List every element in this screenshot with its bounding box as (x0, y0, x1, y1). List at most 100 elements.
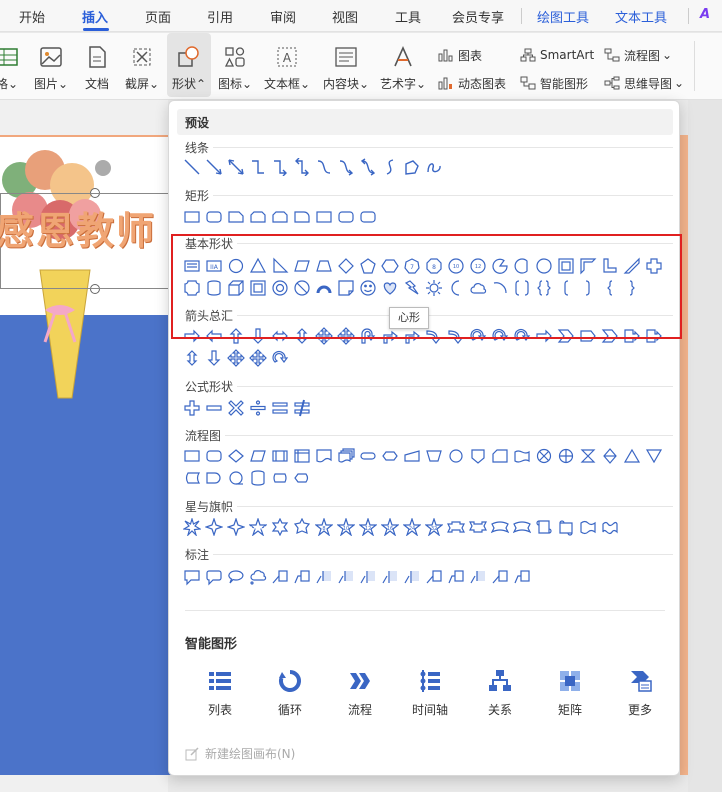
tab-tools[interactable]: 工具 (395, 7, 421, 26)
arrow-shape[interactable] (247, 347, 269, 369)
elbow-double-arrow-shape[interactable] (291, 156, 313, 178)
arrow-shape[interactable] (181, 347, 203, 369)
callout-shape[interactable] (357, 566, 379, 588)
slide-title[interactable]: 感恩教师 (0, 200, 156, 255)
screenshot-button[interactable]: 截屏⌄ (122, 33, 162, 97)
equation-shape[interactable] (203, 397, 225, 419)
mindmap-button[interactable]: 思维导图 ⌄ (604, 72, 684, 94)
arrow-line-shape[interactable] (203, 156, 225, 178)
icons-button[interactable]: 图标⌄ (214, 33, 256, 97)
equation-shape[interactable] (225, 397, 247, 419)
equation-shape[interactable] (269, 397, 291, 419)
flowchart-shape[interactable] (313, 445, 335, 467)
callout-shape[interactable] (225, 566, 247, 588)
callout-shape[interactable] (445, 566, 467, 588)
smart-graphic-button[interactable]: 智能图形 (520, 72, 588, 94)
rect-shape[interactable] (203, 206, 225, 228)
flowchart-shape[interactable] (621, 445, 643, 467)
rect-shape[interactable] (247, 206, 269, 228)
tab-insert[interactable]: 插入 (82, 7, 108, 26)
document-button[interactable]: 文档 (80, 33, 114, 97)
callout-shape[interactable] (467, 566, 489, 588)
tab-review[interactable]: 审阅 (270, 7, 296, 26)
smartart-button[interactable]: SmartArt (520, 44, 594, 66)
flowchart-shape[interactable] (291, 467, 313, 489)
flowchart-shape[interactable] (225, 467, 247, 489)
tab-page[interactable]: 页面 (145, 7, 171, 26)
flowchart-shape[interactable] (247, 445, 269, 467)
star-shape[interactable] (203, 516, 225, 538)
picture-button[interactable]: 图片⌄ (30, 33, 72, 97)
star-shape[interactable] (555, 516, 577, 538)
smart-cycle-button[interactable]: 循环 (260, 667, 320, 718)
callout-shape[interactable] (203, 566, 225, 588)
star-shape[interactable]: (n) => '' + (n ? ''+n+'' : '') (247, 516, 269, 538)
callout-shape[interactable] (181, 566, 203, 588)
rect-shape[interactable] (335, 206, 357, 228)
arrow-shape[interactable] (203, 347, 225, 369)
star-shape[interactable]: 24 (401, 516, 423, 538)
star-shape[interactable]: 10 (335, 516, 357, 538)
flowchart-shape[interactable] (577, 445, 599, 467)
star-shape[interactable]: 12 (357, 516, 379, 538)
callout-shape[interactable] (423, 566, 445, 588)
rect-shape[interactable] (181, 206, 203, 228)
flowchart-shape[interactable] (489, 445, 511, 467)
rect-shape[interactable] (357, 206, 379, 228)
flowchart-shape[interactable] (247, 467, 269, 489)
rect-shape[interactable] (269, 206, 291, 228)
chart-button[interactable]: 图表 (438, 44, 482, 66)
star-shape[interactable] (445, 516, 467, 538)
tab-view[interactable]: 视图 (332, 7, 358, 26)
arrow-shape[interactable] (225, 347, 247, 369)
scribble-shape[interactable] (423, 156, 445, 178)
rect-shape[interactable] (291, 206, 313, 228)
ai-logo-icon[interactable]: A (700, 7, 710, 22)
table-button[interactable]: 格⌄ (0, 33, 22, 97)
flowchart-shape[interactable] (291, 445, 313, 467)
smart-matrix-button[interactable]: 矩阵 (540, 667, 600, 718)
flowchart-shape[interactable] (599, 445, 621, 467)
star-shape[interactable] (577, 516, 599, 538)
star-shape[interactable] (599, 516, 621, 538)
freeform-shape[interactable] (401, 156, 423, 178)
tab-text-tools[interactable]: 文本工具 (615, 7, 667, 26)
star-shape[interactable] (291, 516, 313, 538)
rect-shape[interactable] (313, 206, 335, 228)
curve-shape[interactable] (379, 156, 401, 178)
flowchart-shape[interactable] (423, 445, 445, 467)
flowchart-shape[interactable] (203, 445, 225, 467)
callout-shape[interactable] (291, 566, 313, 588)
callout-shape[interactable] (401, 566, 423, 588)
textbox-button[interactable]: A 文本框⌄ (262, 33, 312, 97)
star-shape[interactable]: 16 (379, 516, 401, 538)
star-shape[interactable]: 8 (313, 516, 335, 538)
callout-shape[interactable] (247, 566, 269, 588)
flowchart-shape[interactable] (269, 445, 291, 467)
callout-shape[interactable] (313, 566, 335, 588)
star-shape[interactable] (467, 516, 489, 538)
flowchart-shape[interactable] (555, 445, 577, 467)
equation-shape[interactable] (291, 397, 313, 419)
flowchart-shape[interactable] (533, 445, 555, 467)
callout-shape[interactable] (379, 566, 401, 588)
tab-member[interactable]: 会员专享 (452, 7, 504, 26)
flowchart-shape[interactable] (269, 467, 291, 489)
smart-more-button[interactable]: 更多 (610, 667, 670, 718)
star-shape[interactable] (533, 516, 555, 538)
shapes-button[interactable]: 形状⌃ (167, 33, 211, 97)
star-shape[interactable] (225, 516, 247, 538)
equation-shape[interactable] (181, 397, 203, 419)
callout-shape[interactable] (269, 566, 291, 588)
flowchart-shape[interactable] (203, 467, 225, 489)
smart-timeline-button[interactable]: 时间轴 (400, 667, 460, 718)
flowchart-shape[interactable] (643, 445, 665, 467)
dynamic-chart-button[interactable]: 动态图表 (438, 72, 506, 94)
tab-drawing-tools[interactable]: 绘图工具 (537, 7, 589, 26)
flowchart-shape[interactable] (181, 445, 203, 467)
star-shape[interactable] (511, 516, 533, 538)
flowchart-shape[interactable] (467, 445, 489, 467)
smart-hierarchy-button[interactable]: 关系 (470, 667, 530, 718)
flowchart-shape[interactable] (181, 467, 203, 489)
rect-shape[interactable] (225, 206, 247, 228)
